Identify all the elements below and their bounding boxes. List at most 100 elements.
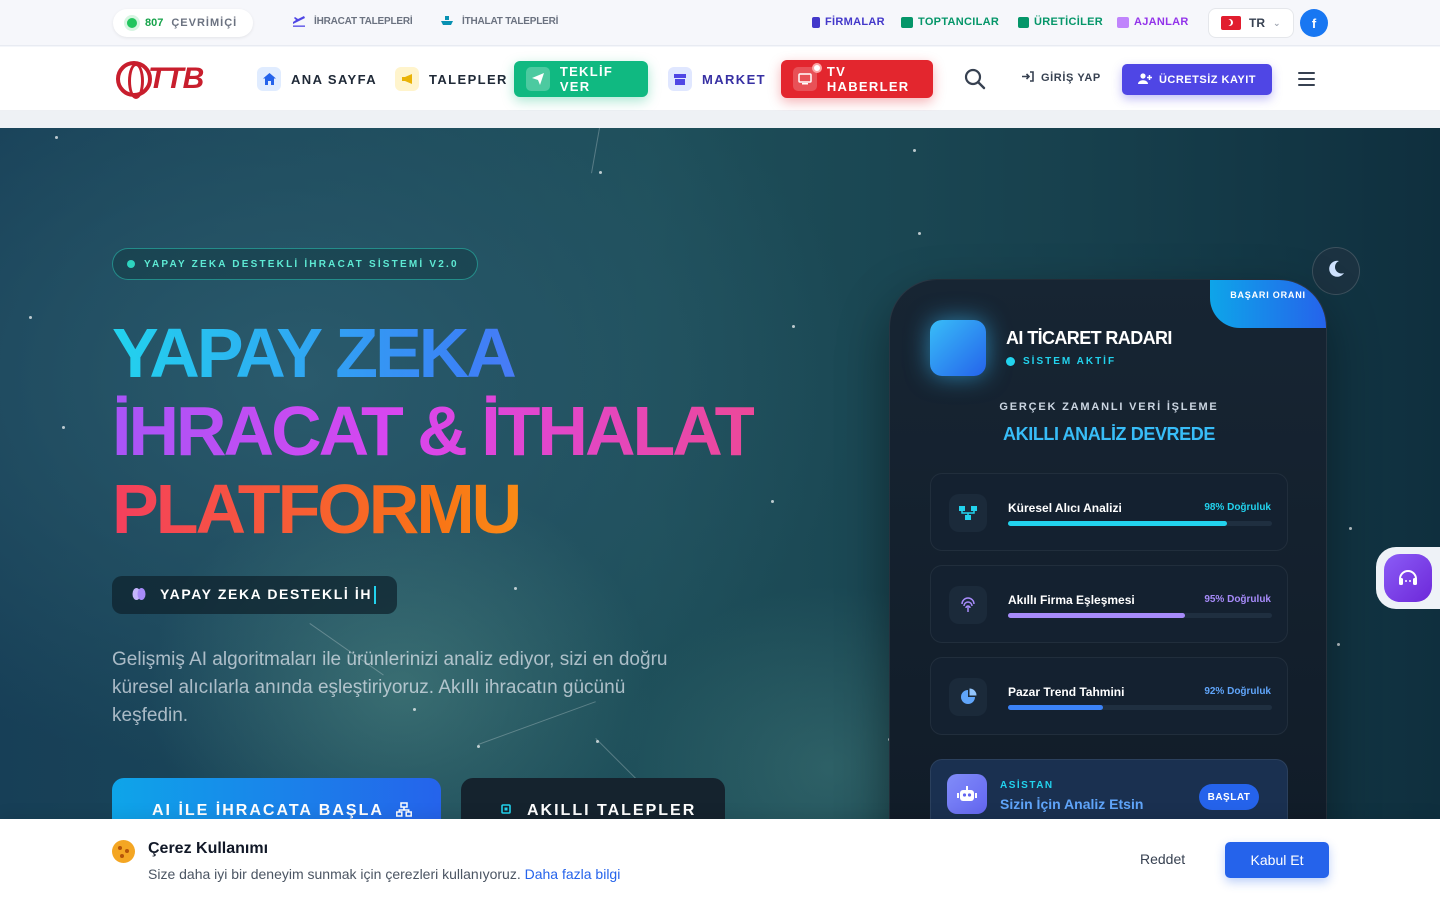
register-label: ÜCRETSİZ KAYIT [1158,73,1257,86]
megaphone-icon [395,67,419,91]
assistant-start-button[interactable]: BAŞLAT [1199,784,1259,810]
export-requests-label: İHRACAT TALEPLERİ [314,15,413,27]
metric-label: Pazar Trend Tahmini [1008,685,1125,699]
typewriter-text: YAPAY ZEKA DESTEKLİ İH [160,585,373,602]
realtime-label: GERÇEK ZAMANLI VERİ İŞLEME [999,401,1219,413]
agent-icon [1117,16,1129,28]
metric-label: Akıllı Firma Eşleşmesi [1008,593,1135,607]
globe-logo-icon [116,61,152,99]
live-indicator [812,63,822,73]
hero-title: YAPAY ZEKA İHRACAT & İTHALAT PLATFORMU [112,314,757,548]
star-dot [771,500,774,503]
smart-requests-label: AKILLI TALEPLER [527,802,697,819]
cookie-icon [112,840,135,863]
cookie-description: Size daha iyi bir deneyim sunmak için çe… [148,866,521,882]
typewriter-box: YAPAY ZEKA DESTEKLİ İH [112,576,397,614]
hero-title-line-1: YAPAY ZEKA [112,314,754,392]
metric-progress-track [1008,521,1272,526]
moon-icon [1327,260,1345,283]
star-dot [477,745,480,748]
star-dot [596,740,599,743]
star-dot [55,136,58,139]
star-dot [918,232,921,235]
register-button[interactable]: ÜCRETSİZ KAYIT [1122,64,1272,95]
login-link[interactable]: GİRİŞ YAP [1022,71,1101,85]
nav-requests-label: TALEPLER [429,71,508,87]
card-title: AI TİCARET RADARI [1006,328,1172,348]
import-requests-label: İTHALAT TALEPLERİ [462,15,559,27]
search-icon[interactable] [964,68,986,90]
metric-percent: 92% Doğruluk [1204,686,1271,697]
fingerprint-icon [949,586,987,624]
star-dot [514,587,517,590]
import-requests-link[interactable]: İTHALAT TALEPLERİ [440,15,558,27]
badge-dot [127,260,135,268]
facebook-icon[interactable]: f [1300,9,1328,37]
cookie-banner: Çerez Kullanımı Size daha iyi bir deneyi… [0,819,1440,900]
analysis-label: AKILLI ANALİZ DEVREDE [1003,424,1215,444]
hero-section: YAPAY ZEKA DESTEKLİ İHRACAT SİSTEMİ V2.0… [0,128,1440,900]
nav-market-label: MARKET [702,71,767,87]
menu-icon[interactable] [1286,59,1326,99]
hierarchy-icon [949,494,987,532]
facebook-glyph: f [1311,15,1317,31]
language-code: TR [1249,16,1265,30]
logo-text: TTB [148,62,204,95]
manufacturers-link[interactable]: ÜRETİCİLER [1018,16,1103,28]
ai-trade-radar-card: BAŞARI ORANI AI TİCARET RADARI SİSTEM AK… [889,279,1327,899]
export-requests-link[interactable]: İHRACAT TALEPLERİ [292,15,413,27]
manufacturers-label: ÜRETİCİLER [1034,16,1103,28]
star-dot [792,325,795,328]
system-status-label: SİSTEM AKTİF [1023,356,1117,367]
online-status-dot [127,18,137,28]
agents-link[interactable]: AJANLAR [1117,16,1189,28]
cookie-title: Çerez Kullanımı [148,840,269,857]
hero-title-line-2: İHRACAT & İTHALAT [112,392,757,470]
tv-news-label: TV HABERLER [826,64,910,94]
star-dot [1349,527,1352,530]
make-offer-label: TEKLİF VER [559,64,614,94]
metric-progress-fill [1008,521,1228,526]
metric-global-buyer: Küresel Alıcı Analizi 98% Doğruluk [930,473,1288,551]
accept-cookies-button[interactable]: Kabul Et [1225,842,1329,878]
nav-home[interactable]: ANA SAYFA [257,63,377,95]
ship-icon [440,15,454,27]
make-offer-button[interactable]: TEKLİF VER [514,61,648,97]
network-line [591,128,600,174]
cookie-text: Size daha iyi bir deneyim sunmak için çe… [148,866,620,882]
wholesalers-link[interactable]: TOPTANCILAR [901,16,999,28]
login-label: GİRİŞ YAP [1041,72,1101,84]
metric-progress-track [1008,705,1272,710]
headset-icon [1384,554,1432,602]
send-icon [526,67,550,91]
user-plus-icon [1137,72,1152,87]
chevron-down-icon: ⌄ [1273,17,1281,28]
nav-market[interactable]: MARKET [668,63,766,95]
tv-news-button[interactable]: TV HABERLER [781,60,933,98]
text-caret [374,586,377,605]
companies-link[interactable]: FİRMALAR [812,16,885,28]
companies-label: FİRMALAR [825,16,885,28]
support-widget[interactable] [1376,547,1440,609]
star-dot [913,149,916,152]
online-users-badge: 807 ÇEVRİMİÇİ [113,9,254,37]
assistant-title: Sizin İçin Analiz Etsin [1000,796,1144,812]
site-logo[interactable]: TTB [116,61,204,99]
metric-label: Küresel Alıcı Analizi [1008,501,1122,515]
language-selector[interactable]: TR ⌄ [1208,8,1294,38]
metric-percent: 95% Doğruluk [1204,594,1271,605]
nav-requests[interactable]: TALEPLER [395,63,508,95]
reject-cookies-button[interactable]: Reddet [1140,851,1185,867]
top-bar: 807 ÇEVRİMİÇİ İHRACAT TALEPLERİ İTHALAT … [0,0,1440,46]
plane-icon [292,15,306,27]
home-icon [257,67,281,91]
building-icon [812,16,820,28]
login-icon [1022,71,1034,85]
star-dot [62,426,65,429]
factory-icon [1018,16,1029,28]
cookie-more-info-link[interactable]: Daha fazla bilgi [525,866,621,882]
agents-label: AJANLAR [1134,16,1189,28]
brain-icon [132,587,146,604]
hero-description: Gelişmiş AI algoritmaları ile ürünlerini… [112,649,668,726]
system-status: SİSTEM AKTİF [1006,356,1116,367]
